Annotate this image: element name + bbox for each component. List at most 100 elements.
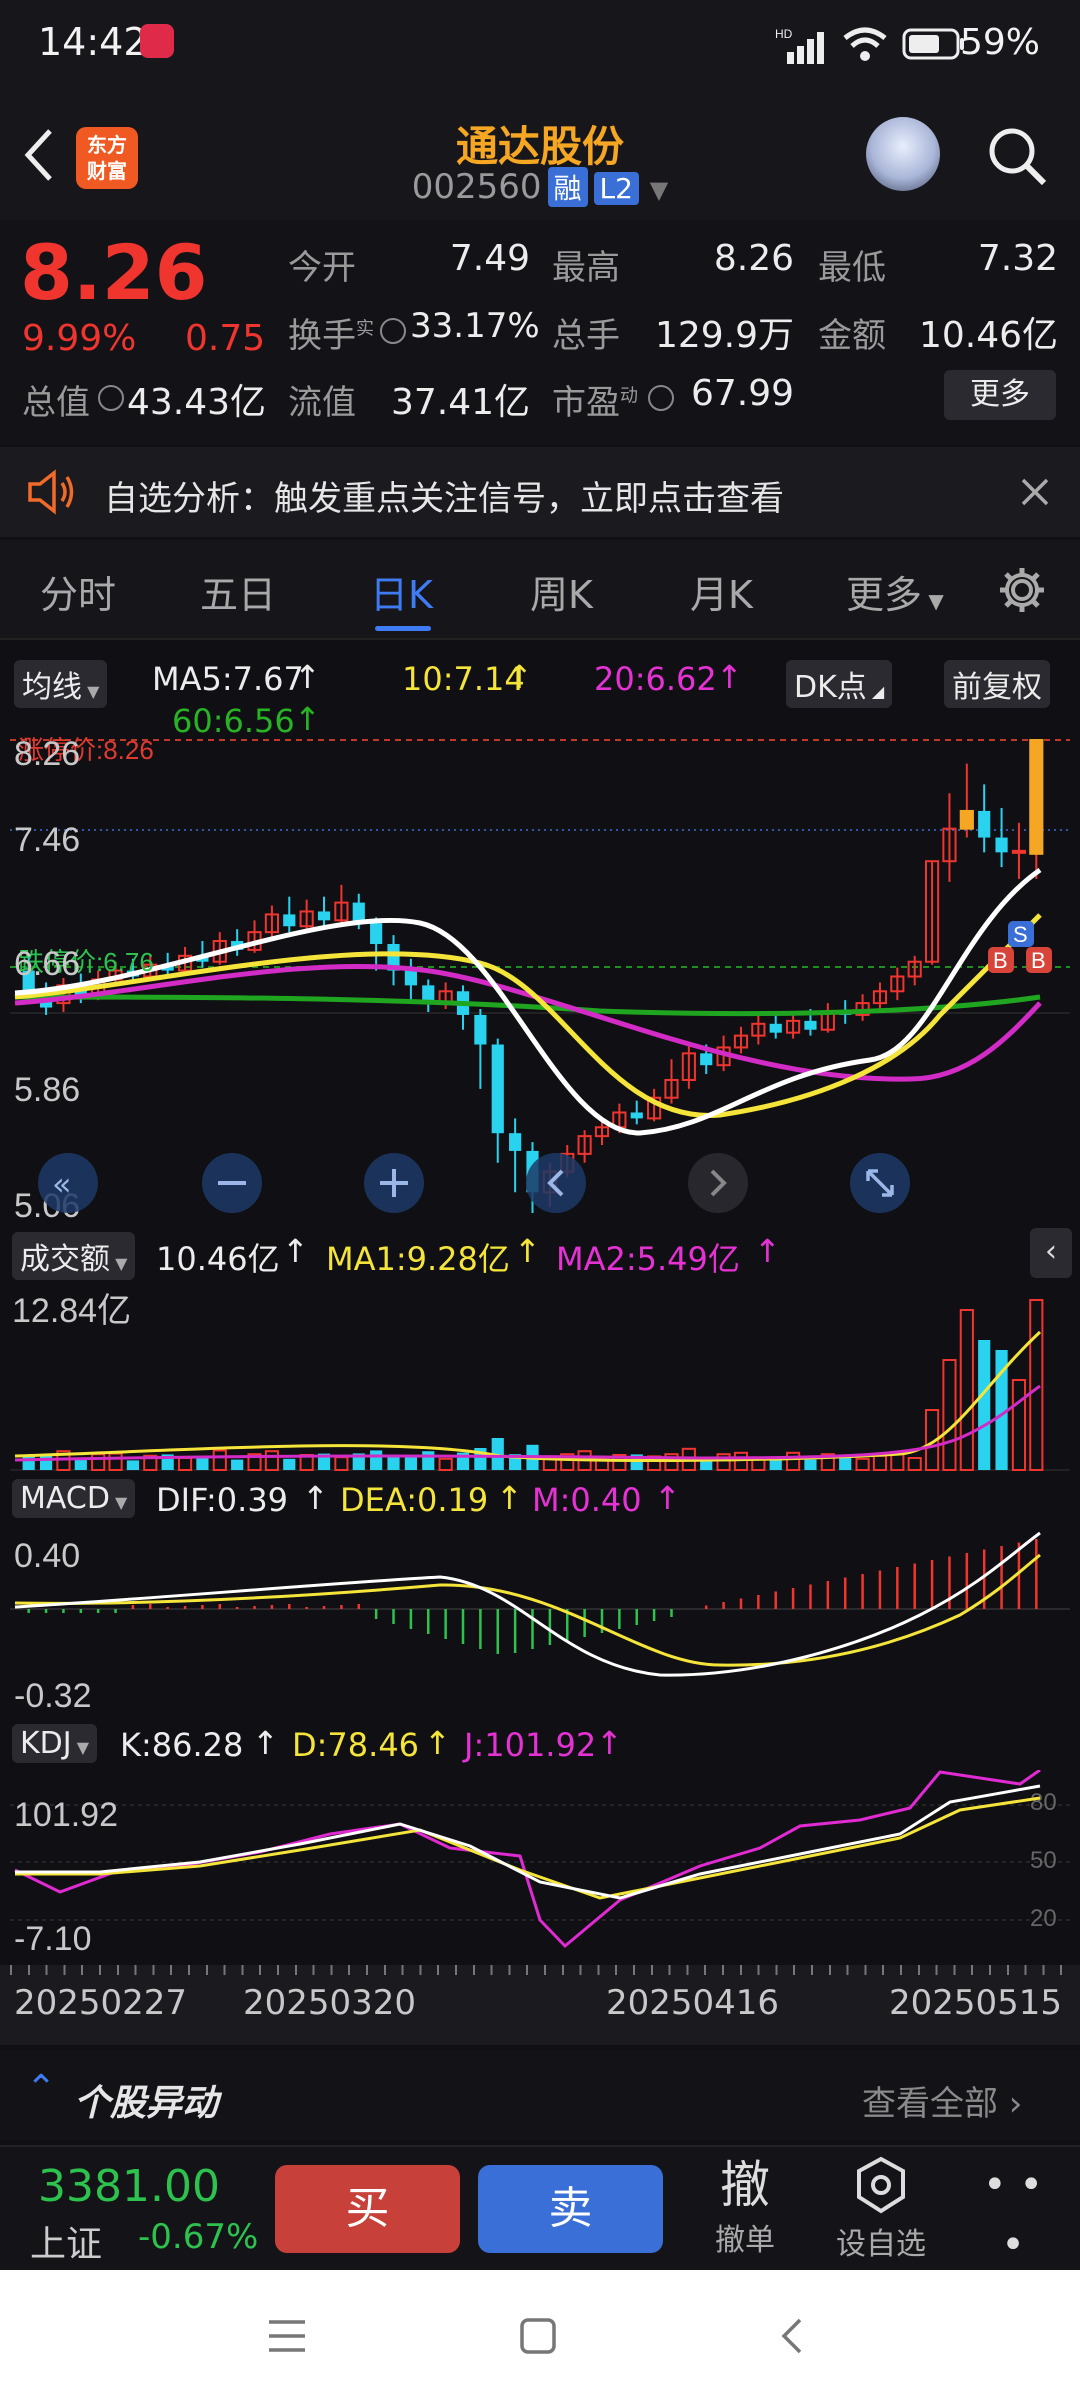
index-value: 3381.00 (38, 2161, 220, 2212)
ellipsis-icon: • • • (983, 2162, 1043, 2268)
cancel-order-button[interactable]: 撤 撤单 (700, 2155, 790, 2265)
menu-icon[interactable] (265, 2318, 309, 2354)
macd-indicator-row: MACD ▼ DIF:0.39 ↑ DEA:0.19 ↑ M:0.40 ↑ (0, 1475, 1080, 1525)
turnover-value: 33.17% (410, 306, 540, 346)
status-time: 14:42 (38, 20, 148, 64)
stock-code: 002560 (411, 167, 542, 207)
signal-banner[interactable]: 自选分析：触发重点关注信号，立即点击查看 (0, 447, 1080, 537)
j-line (14, 1770, 1041, 1949)
info-icon[interactable] (648, 385, 674, 411)
up-arrow-icon: ↑ (716, 658, 743, 696)
adjust-button[interactable]: 前复权 (944, 660, 1050, 708)
macd-y-top: 0.40 (14, 1537, 80, 1575)
amount-label: 金额 (818, 316, 886, 356)
macd-dif: DIF:0.39 (156, 1481, 289, 1519)
pe-value: 67.99 (690, 373, 794, 414)
candle-body (1029, 739, 1044, 855)
turnover-sup: 实 (356, 318, 374, 340)
up-arrow-icon: ↑ (294, 658, 321, 696)
volume-bar (264, 1450, 279, 1471)
news-title: 个股异动 (74, 2083, 219, 2124)
candle-body (491, 1044, 504, 1134)
date-axis: 20250227 20250320 20250416 20250515 (0, 1965, 1080, 2045)
buy-signal-b: B (1031, 948, 1046, 973)
collapse-panel-button[interactable]: ‹ (1030, 1228, 1072, 1278)
scroll-right-icon[interactable] (688, 1153, 748, 1213)
back-nav-icon[interactable] (778, 2316, 808, 2356)
volume-bar (855, 1457, 870, 1472)
volume-value: 10.46亿 (156, 1240, 280, 1278)
y-label-3: 5.86 (14, 1071, 80, 1109)
candle-body (404, 970, 417, 986)
svg-text:HD: HD (775, 27, 793, 41)
volume-bar (1011, 1379, 1027, 1471)
candle-body (370, 923, 383, 944)
info-icon[interactable] (98, 385, 124, 411)
volume-bar (422, 1451, 435, 1470)
y-label-0: 8.26 (14, 735, 80, 773)
view-all-link[interactable]: 查看全部 › (862, 2076, 1022, 2125)
kdj-level-80: 80 (1030, 1789, 1057, 1816)
cancel-icon: 撤 (720, 2156, 770, 2214)
buy-button[interactable]: 买 (275, 2165, 460, 2253)
date-label-1: 20250320 (243, 1983, 417, 2023)
volume-bar (370, 1450, 383, 1470)
tab-monthly-k[interactable]: 月K (690, 564, 753, 619)
stock-news-header[interactable]: ⌃ 个股异动 查看全部 › (0, 2050, 1080, 2140)
more-button[interactable]: 更多 (944, 370, 1056, 420)
tab-weekly-k[interactable]: 周K (530, 564, 593, 619)
add-watchlist-button[interactable]: 设自选 (826, 2155, 936, 2265)
tab-more[interactable]: 更多 ▼ (846, 564, 944, 619)
current-price: 8.26 (20, 228, 208, 317)
cancel-label: 撤单 (715, 2223, 775, 2258)
date-label-0: 20250227 (14, 1983, 188, 2023)
open-value: 7.49 (449, 238, 530, 279)
turnover-label: 换手实 (288, 316, 374, 356)
up-arrow-icon: ↑ (294, 700, 321, 738)
sell-button[interactable]: 卖 (478, 2165, 663, 2253)
close-icon[interactable] (1020, 477, 1050, 507)
dk-point-button[interactable]: DK点 ◢ (786, 660, 893, 708)
chart-controls: « (38, 1153, 910, 1213)
volume-dropdown[interactable]: 成交额 ▼ (12, 1232, 136, 1280)
volume-bar (177, 1457, 193, 1471)
candle-body (959, 809, 974, 830)
candle-body (1011, 849, 1027, 854)
low-value: 7.32 (977, 238, 1058, 279)
tab-five-day[interactable]: 五日 (200, 564, 276, 619)
macd-y-bottom: -0.32 (14, 1677, 92, 1715)
kdj-dropdown[interactable]: KDJ ▼ (12, 1724, 98, 1763)
kdj-chart: 80 50 20 101.92 -7.10 (10, 1770, 1070, 1958)
speaker-icon (28, 469, 74, 515)
volume-bar (283, 1458, 296, 1470)
high-value: 8.26 (713, 238, 794, 279)
more-menu-button[interactable]: • • • 更多 (968, 2155, 1058, 2318)
candle-body (804, 1020, 817, 1030)
date-ticks (10, 1965, 1070, 1975)
chevron-down-icon: ▼ (649, 176, 669, 204)
stock-header: 东方 财富 通达股份 002560 融 L2 ▼ (0, 95, 1080, 220)
volume-label: 总手 (552, 316, 620, 356)
chevron-right-icon: › (998, 2084, 1023, 2124)
home-icon[interactable] (518, 2316, 558, 2356)
scroll-left-icon[interactable] (526, 1153, 586, 1213)
volume-bar (212, 1449, 227, 1471)
tab-daily-k[interactable]: 日K (370, 564, 433, 619)
kline-chart[interactable]: 涨停价:8.26 跌停价:6.76 8.26 7.46 6.66 5.86 5.… (0, 735, 1080, 1225)
tab-intraday[interactable]: 分时 (40, 564, 116, 619)
macd-dropdown[interactable]: MACD ▼ (12, 1479, 136, 1518)
svg-text:«: « (52, 1165, 72, 1203)
buy-signal-b: B (993, 948, 1008, 973)
level2-tag: L2 (593, 172, 639, 205)
search-icon[interactable] (984, 123, 1050, 189)
candle-body (978, 810, 991, 838)
system-nav-bar (0, 2270, 1080, 2400)
kdj-j: J:101.92 (464, 1726, 597, 1764)
active-tab-underline (375, 626, 431, 631)
info-icon[interactable] (380, 318, 406, 344)
battery-percent: 59% (959, 22, 1040, 63)
robot-avatar-icon[interactable] (866, 117, 940, 191)
ma-dropdown[interactable]: 均线 ▼ (14, 660, 108, 708)
gear-icon[interactable] (996, 564, 1048, 616)
margin-tag: 融 (547, 167, 588, 207)
